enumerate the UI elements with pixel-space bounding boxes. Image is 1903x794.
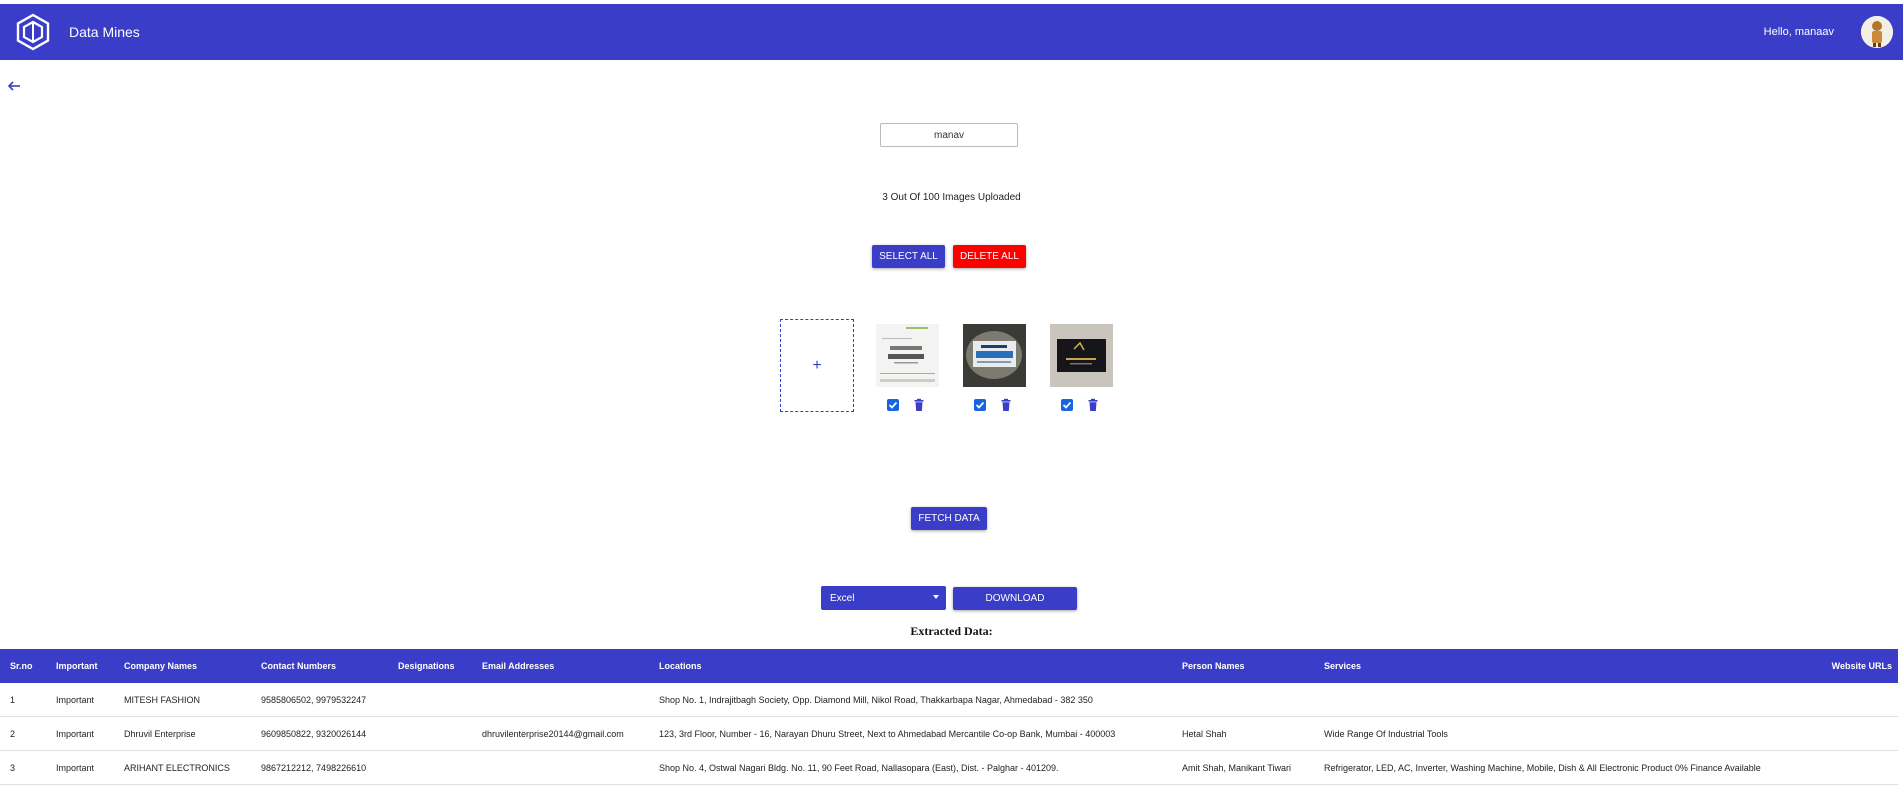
image-thumbnail-mitesh-fashion[interactable] [1050, 324, 1113, 387]
table-cell: Shop No. 1, Indrajitbagh Society, Opp. D… [649, 683, 1172, 717]
table-row: 2 Important Dhruvil Enterprise 960985082… [0, 716, 1898, 751]
table-cell: 9867212212, 7498226610 [251, 750, 388, 785]
export-format-select[interactable]: Excel [821, 586, 946, 610]
table-cell: 9585806502, 9979532247 [251, 683, 388, 717]
column-header[interactable]: Locations [649, 649, 1172, 683]
column-header[interactable]: Website URLs [1764, 649, 1898, 683]
table-cell: Wide Range Of Industrial Tools [1314, 716, 1764, 751]
add-image-button[interactable]: + [780, 319, 854, 412]
table-cell [1764, 716, 1898, 751]
table-row: 3 Important ARIHANT ELECTRONICS 98672122… [0, 750, 1898, 785]
table-cell: ARIHANT ELECTRONICS [114, 750, 251, 785]
table-cell [472, 750, 649, 785]
table-cell [1764, 683, 1898, 717]
back-arrow-icon[interactable] [7, 78, 23, 94]
table-cell [388, 683, 472, 717]
table-cell [1172, 683, 1314, 717]
table-cell: 3 [0, 750, 46, 785]
table-cell: dhruvilenterprise20144@gmail.com [472, 716, 649, 751]
table-cell: 9609850822, 9320026144 [251, 716, 388, 751]
data-mines-logo-icon [16, 13, 50, 51]
column-header[interactable]: Person Names [1172, 649, 1314, 683]
image-select-checkbox[interactable] [1060, 398, 1074, 412]
delete-image-trash-icon[interactable] [912, 398, 926, 412]
app-title: Data Mines [69, 24, 140, 40]
select-all-button[interactable]: SELECT ALL [872, 245, 945, 268]
table-cell: Hetal Shah [1172, 716, 1314, 751]
plus-icon: + [812, 356, 822, 374]
table-cell: MITESH FASHION [114, 683, 251, 717]
column-header[interactable]: Services [1314, 649, 1764, 683]
table-cell [1764, 750, 1898, 785]
download-button[interactable]: DOWNLOAD [953, 587, 1077, 610]
table-cell [388, 750, 472, 785]
top-app-bar: Data Mines Hello, manaav [0, 4, 1903, 60]
delete-image-trash-icon[interactable] [1086, 398, 1100, 412]
business-card-image [1050, 324, 1113, 387]
table-cell: Important [46, 716, 114, 751]
table-row: 1 Important MITESH FASHION 9585806502, 9… [0, 683, 1898, 717]
business-card-image [963, 324, 1026, 387]
column-header[interactable]: Designations [388, 649, 472, 683]
table-cell: Important [46, 683, 114, 717]
avatar-figure-icon [1861, 16, 1893, 48]
image-select-checkbox[interactable] [973, 398, 987, 412]
export-format-value: Excel [830, 592, 855, 604]
table-cell [1314, 683, 1764, 717]
table-cell: Dhruvil Enterprise [114, 716, 251, 751]
table-cell: Refrigerator, LED, AC, Inverter, Washing… [1314, 750, 1764, 785]
extracted-data-heading: Extracted Data: [910, 624, 993, 638]
column-header[interactable]: Important [46, 649, 114, 683]
business-card-image [876, 324, 939, 387]
image-thumbnail-dhruvil-enterprise[interactable] [876, 324, 939, 387]
table-cell: Amit Shah, Manikant Tiwari [1172, 750, 1314, 785]
delete-image-trash-icon[interactable] [999, 398, 1013, 412]
extracted-data-table: Sr.no Important Company Names Contact Nu… [0, 649, 1898, 785]
image-thumbnail-arihant[interactable] [963, 324, 1026, 387]
column-header[interactable]: Email Addresses [472, 649, 649, 683]
table-cell: 2 [0, 716, 46, 751]
user-greeting: Hello, manaav [1763, 26, 1834, 38]
table-cell: 123, 3rd Floor, Number - 16, Narayan Dhu… [649, 716, 1172, 751]
column-header[interactable]: Sr.no [0, 649, 46, 683]
chevron-down-icon [933, 595, 939, 599]
table-header-row: Sr.no Important Company Names Contact Nu… [0, 649, 1898, 683]
upload-status-text: 3 Out Of 100 Images Uploaded [882, 192, 1021, 203]
table-cell: Important [46, 750, 114, 785]
user-avatar[interactable] [1861, 16, 1893, 48]
table-cell [388, 716, 472, 751]
table-cell [472, 683, 649, 717]
folder-name-input[interactable] [880, 123, 1018, 147]
fetch-data-button[interactable]: FETCH DATA [911, 507, 987, 530]
table-cell: 1 [0, 683, 46, 717]
column-header[interactable]: Company Names [114, 649, 251, 683]
column-header[interactable]: Contact Numbers [251, 649, 388, 683]
delete-all-button[interactable]: DELETE ALL [953, 245, 1026, 268]
table-cell: Shop No. 4, Ostwal Nagari Bldg. No. 11, … [649, 750, 1172, 785]
image-select-checkbox[interactable] [886, 398, 900, 412]
